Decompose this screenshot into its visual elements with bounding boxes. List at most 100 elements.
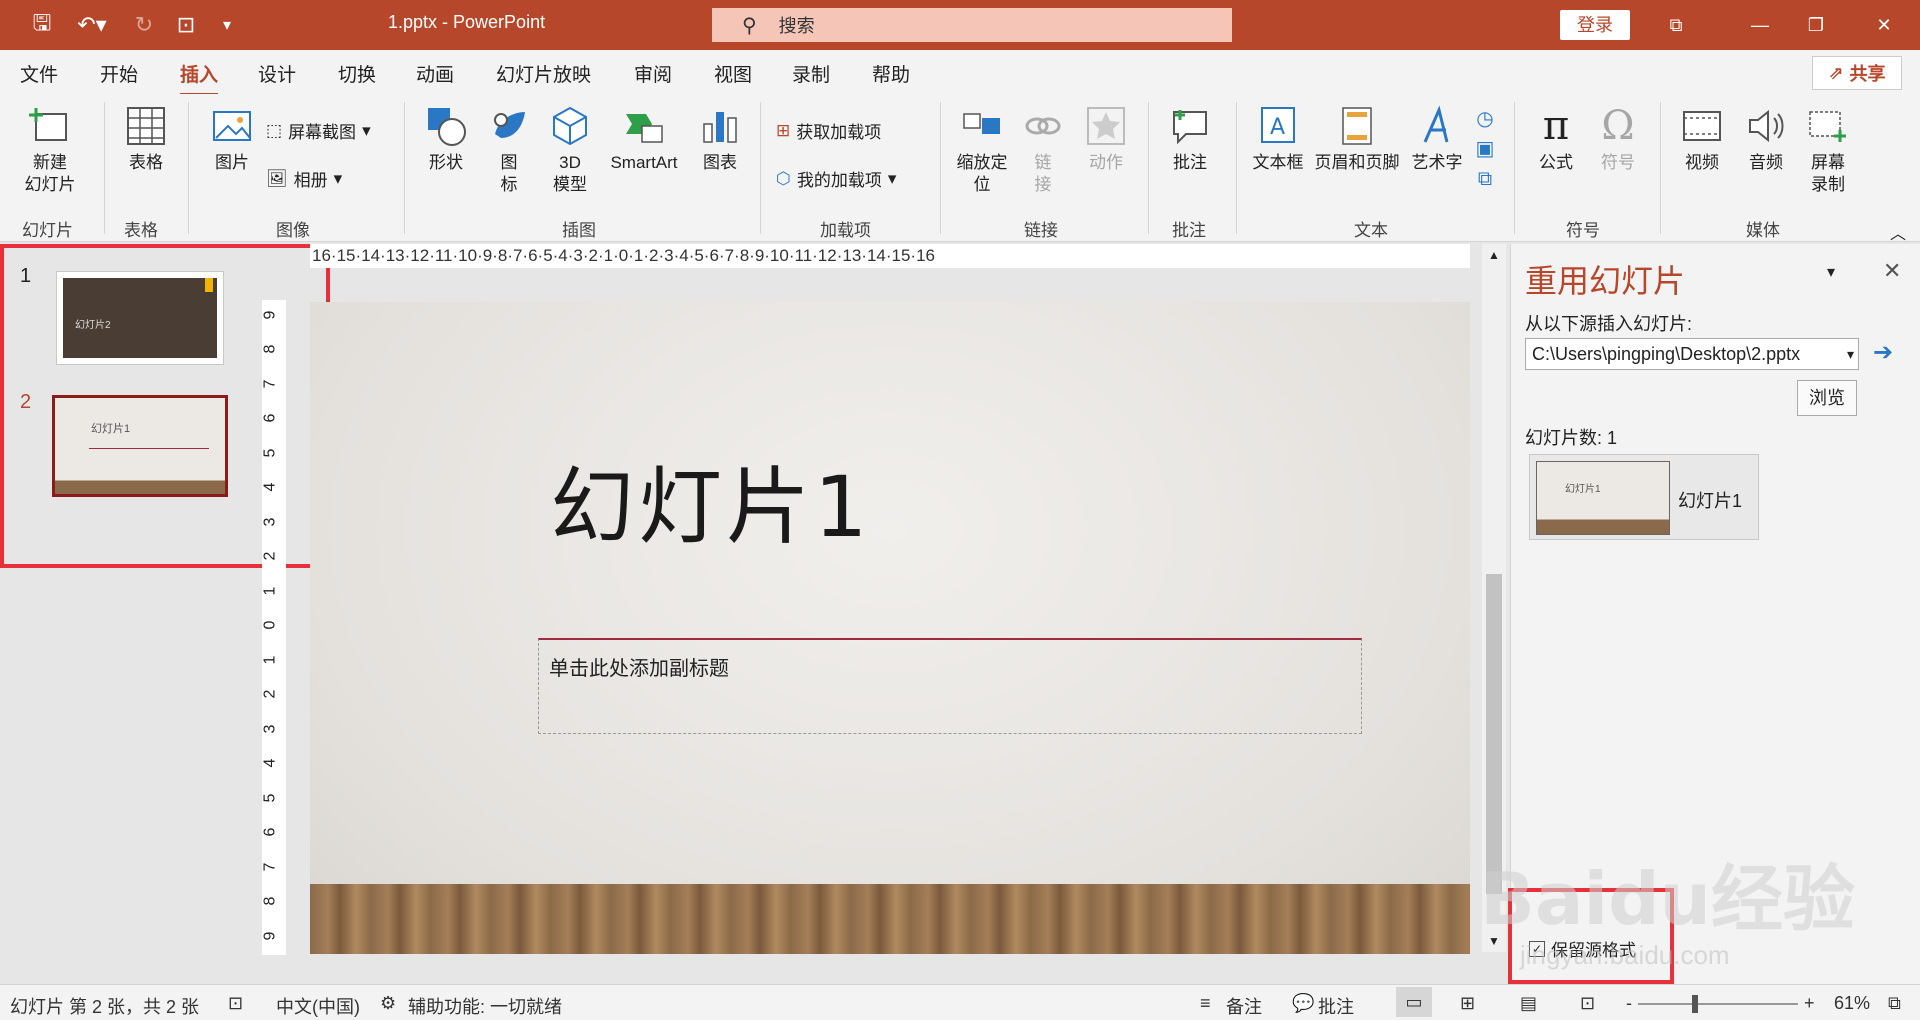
speaker-icon bbox=[1749, 109, 1784, 143]
login-button[interactable]: 登录 bbox=[1560, 10, 1630, 40]
save-icon[interactable]: 🖫 bbox=[22, 10, 62, 40]
screen-record-button[interactable]: 屏幕 录制 bbox=[1798, 104, 1858, 196]
search-label: 搜索 bbox=[778, 16, 815, 36]
tab-view[interactable]: 视图 bbox=[714, 60, 752, 87]
accessibility-icon: ⚙ bbox=[380, 993, 397, 1013]
reuse-slide-thumbnail-text: 幻灯片1 bbox=[1565, 484, 1601, 495]
wordart-button[interactable]: 艺术字 bbox=[1406, 104, 1468, 174]
tab-insert[interactable]: 插入 bbox=[180, 60, 219, 96]
smartart-icon bbox=[626, 114, 663, 143]
close-icon[interactable]: ✕ bbox=[1864, 10, 1904, 40]
shapes-button[interactable]: 形状 bbox=[418, 104, 474, 174]
pane-options-icon[interactable]: ▾ bbox=[1827, 262, 1835, 282]
action-button[interactable]: 动作 bbox=[1076, 104, 1136, 174]
zoom-out-button[interactable]: - bbox=[1626, 993, 1632, 1014]
reading-view-icon[interactable]: ▤ bbox=[1520, 993, 1537, 1014]
zoom-button[interactable]: 缩放定 位 bbox=[950, 104, 1014, 196]
slide-title[interactable]: 幻灯片1 bbox=[550, 440, 871, 561]
scroll-down-icon[interactable]: ▼ bbox=[1488, 934, 1500, 948]
tab-animations[interactable]: 动画 bbox=[416, 60, 454, 87]
customize-qa-icon[interactable]: ▾ bbox=[212, 10, 242, 40]
slide-canvas[interactable]: 幻灯片1 单击此处添加副标题 bbox=[310, 302, 1470, 954]
group-separator bbox=[1660, 102, 1661, 234]
ribbon: 新建 幻灯片 幻灯片 表格 表格 图片 ⬚ 屏幕截图 ▾ 🖼 相册 ▾ 图像 形… bbox=[0, 94, 1920, 244]
slideshow-icon[interactable]: ⊡ bbox=[1580, 993, 1595, 1014]
picture-button[interactable]: 图片 bbox=[204, 104, 260, 174]
redo-icon[interactable]: ↻ bbox=[124, 10, 164, 40]
minimize-icon[interactable]: — bbox=[1740, 10, 1780, 40]
comment-button[interactable]: 批注 bbox=[1160, 104, 1220, 174]
group-separator bbox=[760, 102, 761, 234]
album-button[interactable]: 🖼 相册 ▾ bbox=[266, 166, 342, 191]
icons-button[interactable]: 图 标 bbox=[484, 104, 534, 196]
zoom-slider[interactable] bbox=[1638, 1003, 1798, 1005]
browse-button[interactable]: 浏览 bbox=[1797, 380, 1857, 416]
icons-icon bbox=[494, 112, 525, 138]
link-button[interactable]: 链 接 bbox=[1018, 104, 1068, 196]
undo-icon[interactable]: ↶▾ bbox=[68, 10, 116, 40]
tab-record[interactable]: 录制 bbox=[792, 60, 830, 87]
normal-view-icon[interactable]: ▭ bbox=[1396, 987, 1432, 1017]
pane-close-icon[interactable]: ✕ bbox=[1883, 258, 1901, 284]
header-footer-icon bbox=[1342, 107, 1372, 145]
slide-sorter-icon[interactable]: ⊞ bbox=[1460, 993, 1475, 1014]
language-status[interactable]: 中文(中国) bbox=[276, 993, 360, 1019]
reuse-slide-item[interactable]: 幻灯片1 幻灯片1 bbox=[1529, 454, 1759, 540]
zoom-level[interactable]: 61% bbox=[1834, 993, 1870, 1014]
video-button[interactable]: 视频 bbox=[1672, 104, 1732, 174]
notes-button[interactable]: 备注 bbox=[1226, 993, 1262, 1019]
accessibility-status[interactable]: 辅助功能: 一切就绪 bbox=[408, 993, 562, 1019]
vertical-scrollbar[interactable]: ▲ ▼ bbox=[1482, 244, 1506, 952]
tab-review[interactable]: 审阅 bbox=[634, 60, 672, 87]
vertical-ruler-tick: 4 bbox=[261, 758, 279, 768]
tab-transitions[interactable]: 切换 bbox=[338, 60, 376, 87]
screenshot-button[interactable]: ⬚ 屏幕截图 ▾ bbox=[266, 118, 371, 143]
horizontal-ruler-ticks: 16·15·14·13·12·11·10·9·8·7·6·5·4·3·2·1·0… bbox=[312, 246, 935, 265]
table-button[interactable]: 表格 bbox=[118, 104, 174, 174]
equation-button[interactable]: π 公式 bbox=[1526, 104, 1586, 174]
zoom-slider-knob[interactable] bbox=[1692, 995, 1698, 1013]
title-bar: 🖫 ↶▾ ↻ ⊡ ▾ 1.pptx - PowerPoint ⚲ 搜索 登录 ⧉… bbox=[0, 0, 1920, 50]
tab-help[interactable]: 帮助 bbox=[872, 60, 910, 87]
zoom-icon bbox=[963, 113, 1000, 134]
collapse-ribbon-icon[interactable]: ︿ bbox=[1890, 220, 1906, 244]
present-icon[interactable]: ⊡ bbox=[166, 10, 206, 40]
album-icon: 🖼 bbox=[266, 168, 288, 188]
screenshot-icon: ⬚ bbox=[266, 120, 283, 140]
textbox-button[interactable]: A 文本框 bbox=[1248, 104, 1308, 174]
comments-button[interactable]: 批注 bbox=[1318, 993, 1354, 1019]
share-button[interactable]: ⇗ 共享 bbox=[1812, 56, 1902, 90]
tab-slideshow[interactable]: 幻灯片放映 bbox=[496, 60, 591, 87]
zoom-in-button[interactable]: + bbox=[1804, 993, 1815, 1014]
vertical-ruler-tick: 5 bbox=[261, 448, 279, 458]
go-arrow-icon[interactable]: ➔ bbox=[1867, 338, 1899, 370]
header-footer-button[interactable]: 页眉和页脚 bbox=[1310, 104, 1404, 174]
scrollbar-thumb[interactable] bbox=[1486, 574, 1502, 894]
restore-icon[interactable]: ❐ bbox=[1796, 10, 1836, 40]
vertical-ruler-tick: 2 bbox=[261, 689, 279, 699]
tab-file[interactable]: 文件 bbox=[20, 60, 58, 87]
textbox-icon: A bbox=[1261, 107, 1295, 143]
audio-button[interactable]: 音频 bbox=[1736, 104, 1796, 174]
spellcheck-icon[interactable]: ⊡ bbox=[228, 993, 243, 1014]
source-path-input[interactable]: C:\Users\pingping\Desktop\2.pptx ▾ bbox=[1525, 338, 1859, 370]
vertical-ruler-tick: 7 bbox=[261, 862, 279, 872]
smartart-button[interactable]: SmartArt bbox=[602, 104, 686, 174]
vertical-ruler-tick: 3 bbox=[261, 517, 279, 527]
fit-to-window-icon[interactable]: ⧉ bbox=[1888, 993, 1901, 1014]
ribbon-display-icon[interactable]: ⧉ bbox=[1656, 10, 1696, 40]
get-addins-button[interactable]: ⊞ 获取加载项 bbox=[776, 118, 881, 143]
chevron-down-icon[interactable]: ▾ bbox=[1847, 339, 1854, 369]
new-slide-button[interactable]: 新建 幻灯片 bbox=[12, 104, 88, 196]
my-addins-button[interactable]: ⬡ 我的加载项 ▾ bbox=[776, 166, 896, 191]
text-extras-button[interactable]: ◷ ▣ ⧉ bbox=[1470, 104, 1500, 194]
subtitle-placeholder[interactable]: 单击此处添加副标题 bbox=[538, 638, 1362, 734]
chart-button[interactable]: 图表 bbox=[692, 104, 748, 174]
scroll-up-icon[interactable]: ▲ bbox=[1488, 248, 1500, 262]
search-box[interactable]: ⚲ 搜索 bbox=[712, 8, 1232, 42]
reuse-slide-thumbnail: 幻灯片1 bbox=[1536, 461, 1670, 535]
3d-models-button[interactable]: 3D 模型 bbox=[542, 104, 598, 196]
symbol-button[interactable]: Ω 符号 bbox=[1588, 104, 1648, 174]
tab-home[interactable]: 开始 bbox=[100, 60, 138, 87]
tab-design[interactable]: 设计 bbox=[258, 60, 296, 87]
